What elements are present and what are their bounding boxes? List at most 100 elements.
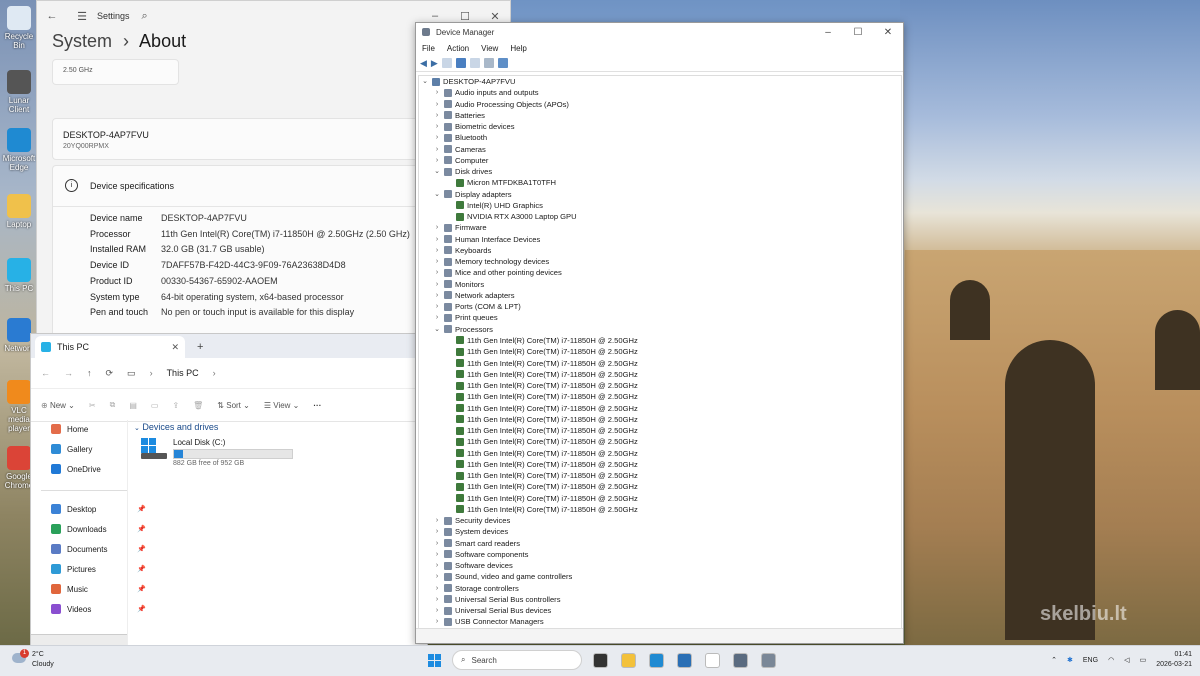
device-category[interactable]: › Sound, video and game controllers [433,571,573,582]
device-item[interactable]: 11th Gen Intel(R) Core(TM) i7-11850H @ 2… [445,369,638,380]
nav-item[interactable]: Pictures 📌 [51,564,146,574]
forward-icon[interactable]: ▶ [431,58,438,68]
back-icon[interactable]: ← [41,368,50,378]
chevron-down-icon[interactable]: ⌄ [421,76,429,87]
chevron-right-icon[interactable]: › [433,222,441,233]
device-item[interactable]: 11th Gen Intel(R) Core(TM) i7-11850H @ 2… [445,358,638,369]
specs-section-title[interactable]: Device specifications [90,181,174,191]
chevron-right-icon[interactable]: › [433,279,441,290]
delete-icon[interactable]: 🗑 [193,401,203,410]
device-category[interactable]: › Ports (COM & LPT) [433,301,521,312]
chevron-right-icon[interactable]: › [433,144,441,155]
chevron-right-icon[interactable]: › [433,526,441,537]
chevron-right-icon[interactable]: › [433,234,441,245]
tab-close-icon[interactable]: ✕ [171,342,179,353]
new-tab-button[interactable]: + [197,341,203,353]
chevron-right-icon[interactable]: › [433,87,441,98]
nav-item[interactable]: Gallery [51,444,146,454]
forward-icon[interactable]: → [64,368,73,378]
device-item[interactable]: 11th Gen Intel(R) Core(TM) i7-11850H @ 2… [445,425,638,436]
device-category[interactable]: ⌄ Display adapters [433,189,512,200]
back-icon[interactable]: ◀ [420,58,427,68]
pin-icon[interactable]: 📌 [137,545,146,553]
device-category[interactable]: › Monitors [433,279,484,290]
pin-icon[interactable]: 📌 [137,585,146,593]
tree-root[interactable]: ⌄ DESKTOP-4AP7FVU [421,76,515,87]
chevron-right-icon[interactable]: › [433,99,441,110]
device-item[interactable]: 11th Gen Intel(R) Core(TM) i7-11850H @ 2… [445,481,638,492]
chevron-down-icon[interactable]: ⌄ [433,166,441,177]
device-category[interactable]: › System devices [433,526,508,537]
rename-icon[interactable]: ▭ [151,401,159,410]
breadcrumb-parent[interactable]: System [52,31,112,51]
search-icon[interactable]: ⌕ [130,10,160,23]
battery-icon[interactable]: ▭ [1140,656,1147,664]
chevron-right-icon[interactable]: › [433,245,441,256]
chevron-right-icon[interactable]: › [433,583,441,594]
nav-item[interactable]: Documents 📌 [51,544,146,554]
chevron-right-icon[interactable]: › [433,515,441,526]
device-item[interactable]: 11th Gen Intel(R) Core(TM) i7-11850H @ 2… [445,346,638,357]
monitor-icon[interactable] [497,58,508,68]
chevron-right-icon[interactable]: › [433,549,441,560]
share-icon[interactable]: ⇪ [172,401,179,410]
desktop-icon[interactable]: Recycle Bin [2,6,36,50]
wifi-icon[interactable]: ◠ [1108,656,1114,664]
chevron-right-icon[interactable]: › [433,616,441,627]
clock[interactable]: 01:41 2026-03-21 [1156,650,1192,670]
task-view-taskbar-icon[interactable] [590,650,610,670]
device-manager-taskbar-icon[interactable] [758,650,778,670]
device-item[interactable]: Micron MTFDKBA1T0TFH [445,177,556,188]
chevron-right-icon[interactable]: › [433,155,441,166]
chevron-right-icon[interactable]: › [433,312,441,323]
device-category[interactable]: › Computer [433,155,489,166]
chevron-right-icon[interactable]: › [433,290,441,301]
minimize-icon[interactable]: – [813,27,843,38]
chevron-right-icon[interactable]: › [433,538,441,549]
chevron-right-icon[interactable]: › [433,267,441,278]
maximize-icon[interactable]: ☐ [843,27,873,38]
scan-icon[interactable] [469,58,480,68]
chevron-down-icon[interactable]: ⌄ [433,324,441,335]
device-item[interactable]: 11th Gen Intel(R) Core(TM) i7-11850H @ 2… [445,414,638,425]
close-icon[interactable]: ✕ [873,27,903,38]
device-category[interactable]: › Print queues [433,312,498,323]
nav-item[interactable]: Home [51,424,146,434]
edge-taskbar-icon[interactable] [646,650,666,670]
paste-icon[interactable]: ▤ [129,401,137,410]
device-item[interactable]: 11th Gen Intel(R) Core(TM) i7-11850H @ 2… [445,436,638,447]
nav-item[interactable]: Downloads 📌 [51,524,146,534]
device-item[interactable]: 11th Gen Intel(R) Core(TM) i7-11850H @ 2… [445,335,638,346]
chevron-right-icon[interactable]: › [433,110,441,121]
chevron-right-icon[interactable]: › [433,132,441,143]
close-icon[interactable]: ✕ [480,10,510,23]
cut-icon[interactable]: ✂ [89,401,96,410]
pin-icon[interactable]: 📌 [137,525,146,533]
device-category[interactable]: › Network adapters [433,290,515,301]
device-category[interactable]: › Biometric devices [433,121,515,132]
copy-icon[interactable]: ⧉ [110,400,116,410]
sort-button[interactable]: ⇅ Sort ⌄ [217,401,250,410]
more-button[interactable]: ··· [313,401,321,410]
nav-item[interactable]: Videos 📌 [51,604,146,614]
device-category[interactable]: › Mice and other pointing devices [433,267,562,278]
device-item[interactable]: NVIDIA RTX A3000 Laptop GPU [445,211,577,222]
device-category[interactable]: › Bluetooth [433,132,487,143]
menu-item[interactable]: Help [510,44,526,53]
device-category[interactable]: › Memory technology devices [433,256,549,267]
settings-taskbar-icon[interactable] [730,650,750,670]
chevron-right-icon[interactable]: › [433,594,441,605]
device-category[interactable]: › Human Interface Devices [433,234,540,245]
nav-item[interactable]: OneDrive [51,464,146,474]
device-category[interactable]: › Audio inputs and outputs [433,87,539,98]
device-category[interactable]: ⌄ Disk drives [433,166,492,177]
nav-item[interactable]: Music 📌 [51,584,146,594]
device-category[interactable]: › Audio Processing Objects (APOs) [433,99,569,110]
device-item[interactable]: 11th Gen Intel(R) Core(TM) i7-11850H @ 2… [445,391,638,402]
chevron-right-icon[interactable]: › [433,121,441,132]
minimize-icon[interactable]: – [420,10,450,22]
update-driver-icon[interactable] [483,58,494,68]
chevron-right-icon[interactable]: › [433,571,441,582]
view-button[interactable]: ☰ View ⌄ [264,401,300,410]
device-item[interactable]: 11th Gen Intel(R) Core(TM) i7-11850H @ 2… [445,403,638,414]
